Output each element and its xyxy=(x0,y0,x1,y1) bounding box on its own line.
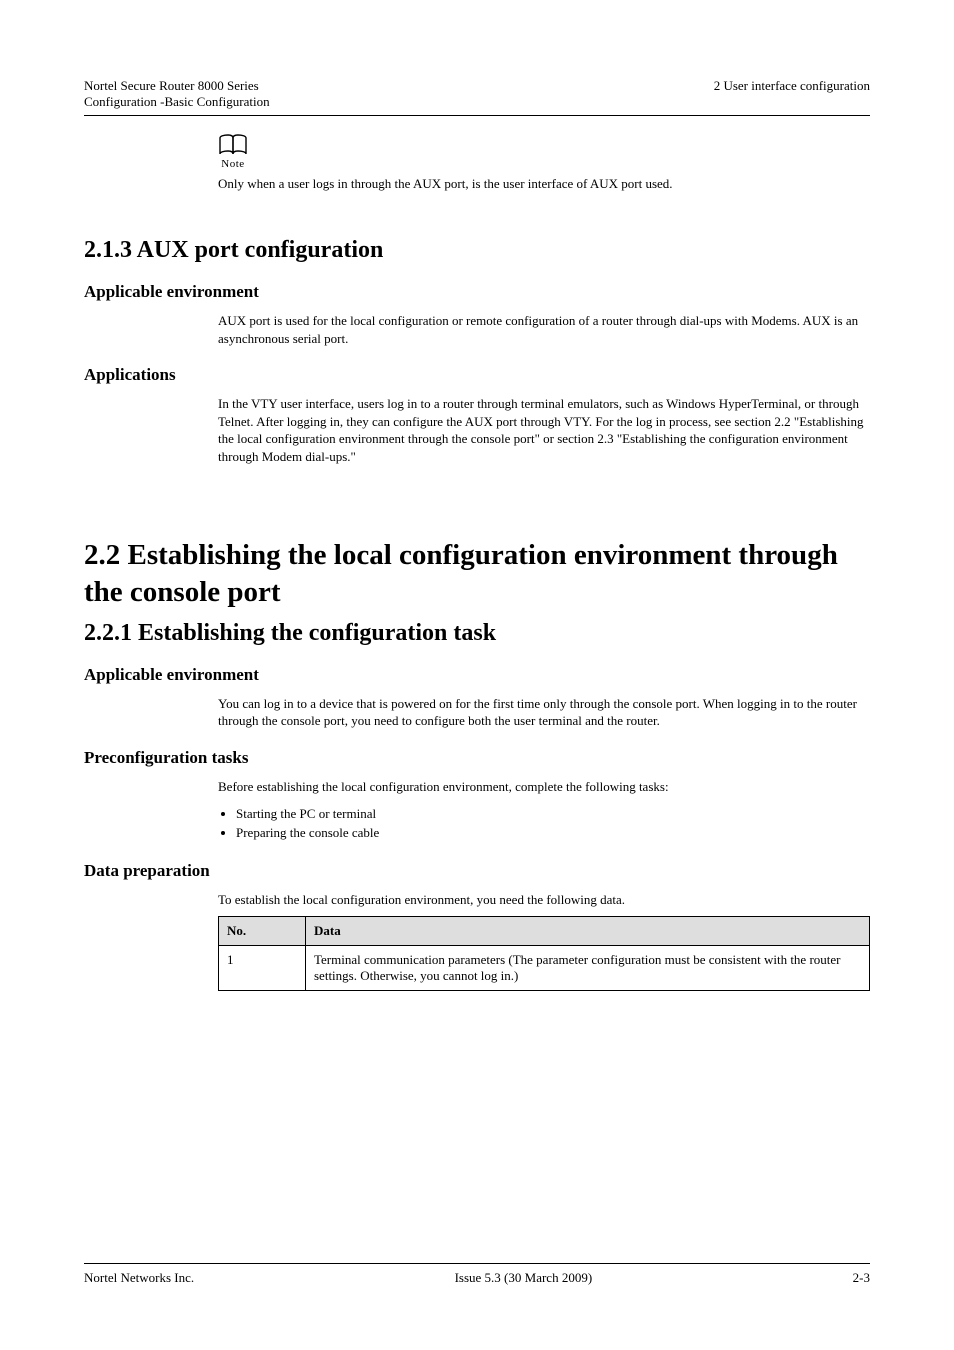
footer-center: Issue 5.3 (30 March 2009) xyxy=(194,1270,853,1286)
table-row: 1 Terminal communication parameters (The… xyxy=(219,946,870,991)
text-213-app: In the VTY user interface, users log in … xyxy=(218,395,870,465)
header-right-line2: 2 User interface configuration xyxy=(714,78,870,94)
heading-221-env: Applicable environment xyxy=(84,665,870,685)
text-221-pre-intro: Before establishing the local configurat… xyxy=(218,778,870,796)
page-header: Nortel Secure Router 8000 Series Configu… xyxy=(84,78,870,116)
heading-22: 2.2 Establishing the local configuration… xyxy=(84,537,870,610)
footer-right: 2-3 xyxy=(853,1270,870,1286)
text-213-env: AUX port is used for the local configura… xyxy=(218,312,870,347)
header-left-line2: Configuration -Basic Configuration xyxy=(84,94,270,110)
text-221-data-intro: To establish the local configuration env… xyxy=(218,891,870,909)
list-item: Starting the PC or terminal xyxy=(236,804,870,824)
heading-213-env: Applicable environment xyxy=(84,282,870,302)
book-icon: Note xyxy=(218,134,248,170)
heading-213: 2.1.3 AUX port configuration xyxy=(84,237,870,264)
table-header-row: No. Data xyxy=(219,917,870,946)
list-item: Preparing the console cable xyxy=(236,823,870,843)
note-block: Note Only when a user logs in through th… xyxy=(218,134,870,193)
text-221-env: You can log in to a device that is power… xyxy=(218,695,870,730)
preconfig-list: Starting the PC or terminal Preparing th… xyxy=(218,804,870,843)
col-header-no: No. xyxy=(219,917,306,946)
page-footer: Nortel Networks Inc. Issue 5.3 (30 March… xyxy=(84,1263,870,1286)
heading-221-pre: Preconfiguration tasks xyxy=(84,748,870,768)
header-left-line1: Nortel Secure Router 8000 Series xyxy=(84,78,270,94)
header-rule xyxy=(84,115,870,116)
footer-left: Nortel Networks Inc. xyxy=(84,1270,194,1286)
heading-213-app: Applications xyxy=(84,365,870,385)
col-header-data: Data xyxy=(306,917,870,946)
data-prep-table: No. Data 1 Terminal communication parame… xyxy=(218,916,870,991)
cell-data: Terminal communication parameters (The p… xyxy=(306,946,870,991)
footer-rule xyxy=(84,1263,870,1264)
heading-221: 2.2.1 Establishing the configuration tas… xyxy=(84,620,870,647)
note-text: Only when a user logs in through the AUX… xyxy=(218,176,870,193)
cell-no: 1 xyxy=(219,946,306,991)
heading-221-data: Data preparation xyxy=(84,861,870,881)
note-label: Note xyxy=(218,158,248,170)
